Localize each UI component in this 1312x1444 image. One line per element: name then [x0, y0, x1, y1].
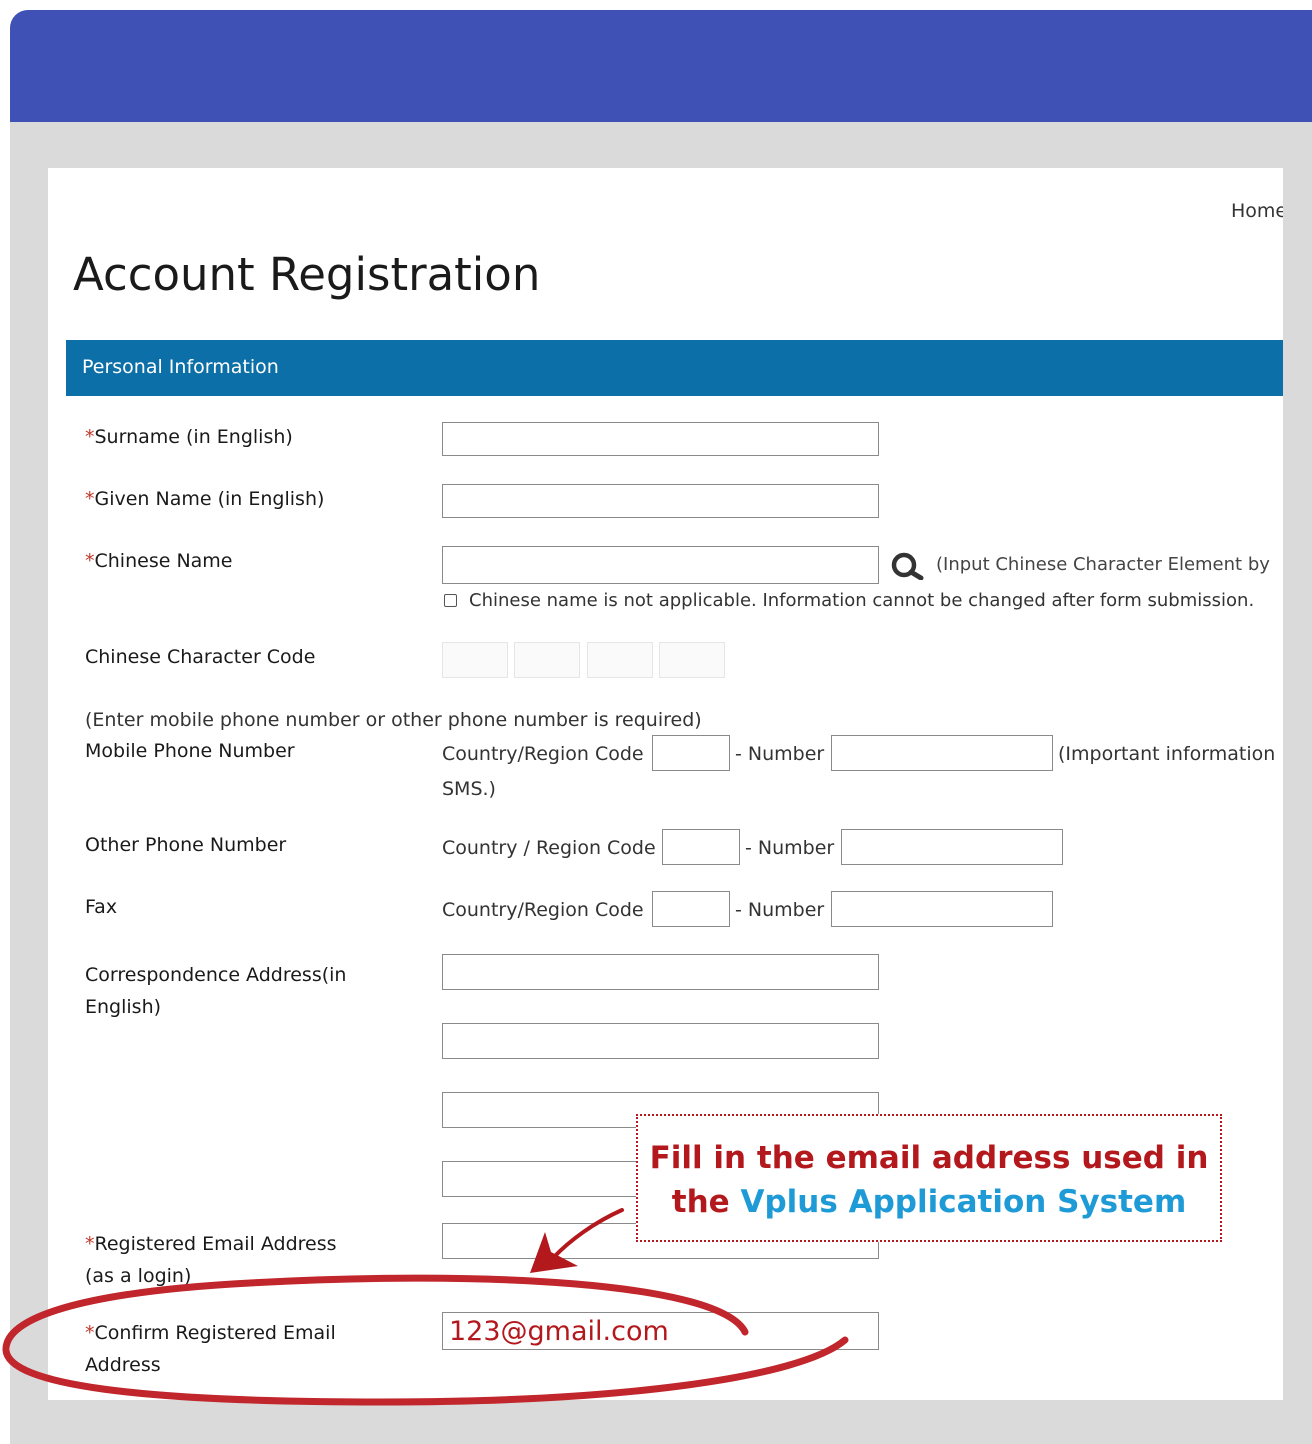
page-title: Account Registration: [73, 248, 541, 301]
fax-label: Fax: [85, 896, 118, 918]
callout-highlight: Vplus Application System: [740, 1184, 1187, 1220]
other-code-label: Country / Region Code: [442, 837, 656, 859]
required-mark: *: [85, 1322, 95, 1344]
mobile-important-note: (Important information: [1058, 743, 1276, 765]
address-line-1-input[interactable]: [442, 954, 879, 990]
address-label: Correspondence Address(in English): [85, 964, 347, 1018]
section-title: Personal Information: [82, 356, 279, 378]
fax-number-label: - Number: [735, 899, 825, 921]
address-line-2-input[interactable]: [442, 1023, 879, 1059]
registered-email-label: *Registered Email Address (as a login): [85, 1233, 337, 1287]
fax-number-input[interactable]: [831, 891, 1053, 927]
phone-requirement-note: (Enter mobile phone number or other phon…: [85, 709, 702, 731]
mobile-code-label: Country/Region Code: [442, 743, 644, 765]
mobile-number-input[interactable]: [831, 735, 1053, 771]
mobile-sms-note: SMS.): [442, 778, 496, 800]
chinese-name-na-checkbox[interactable]: [444, 594, 457, 607]
top-banner: [10, 10, 1312, 122]
chinese-name-hint: (Input Chinese Character Element by: [936, 554, 1270, 575]
required-mark: *: [85, 550, 95, 572]
other-number-input[interactable]: [841, 829, 1063, 865]
other-code-input[interactable]: [662, 829, 740, 865]
mobile-code-input[interactable]: [652, 735, 730, 771]
annotation-callout: Fill in the email address used in the Vp…: [636, 1114, 1222, 1242]
callout-line-2: the Vplus Application System: [671, 1184, 1187, 1220]
char-code-box[interactable]: [587, 642, 653, 678]
chinese-name-label: *Chinese Name: [85, 550, 233, 572]
callout-line-1: Fill in the email address used in: [649, 1140, 1209, 1176]
given-name-input[interactable]: [442, 484, 879, 518]
home-link[interactable]: Home: [1231, 200, 1283, 222]
chinese-name-input[interactable]: [442, 546, 879, 584]
required-mark: *: [85, 426, 95, 448]
char-code-box[interactable]: [659, 642, 725, 678]
chinese-name-na-label: Chinese name is not applicable. Informat…: [469, 590, 1255, 611]
fax-code-label: Country/Region Code: [442, 899, 644, 921]
mobile-phone-label: Mobile Phone Number: [85, 740, 295, 762]
required-mark: *: [85, 1233, 95, 1255]
char-code-box[interactable]: [514, 642, 580, 678]
chinese-char-code-label: Chinese Character Code: [85, 646, 316, 668]
required-mark: *: [85, 488, 95, 510]
confirm-email-label: *Confirm Registered Email Address: [85, 1322, 336, 1376]
confirm-email-input[interactable]: [442, 1312, 879, 1350]
given-name-label: *Given Name (in English): [85, 488, 325, 510]
fax-code-input[interactable]: [652, 891, 730, 927]
surname-label: *Surname (in English): [85, 426, 293, 448]
char-code-box[interactable]: [442, 642, 508, 678]
mobile-number-label: - Number: [735, 743, 825, 765]
section-header: Personal Information: [66, 340, 1283, 396]
other-number-label: - Number: [745, 837, 835, 859]
surname-input[interactable]: [442, 422, 879, 456]
search-icon[interactable]: [890, 552, 926, 581]
other-phone-label: Other Phone Number: [85, 834, 287, 856]
